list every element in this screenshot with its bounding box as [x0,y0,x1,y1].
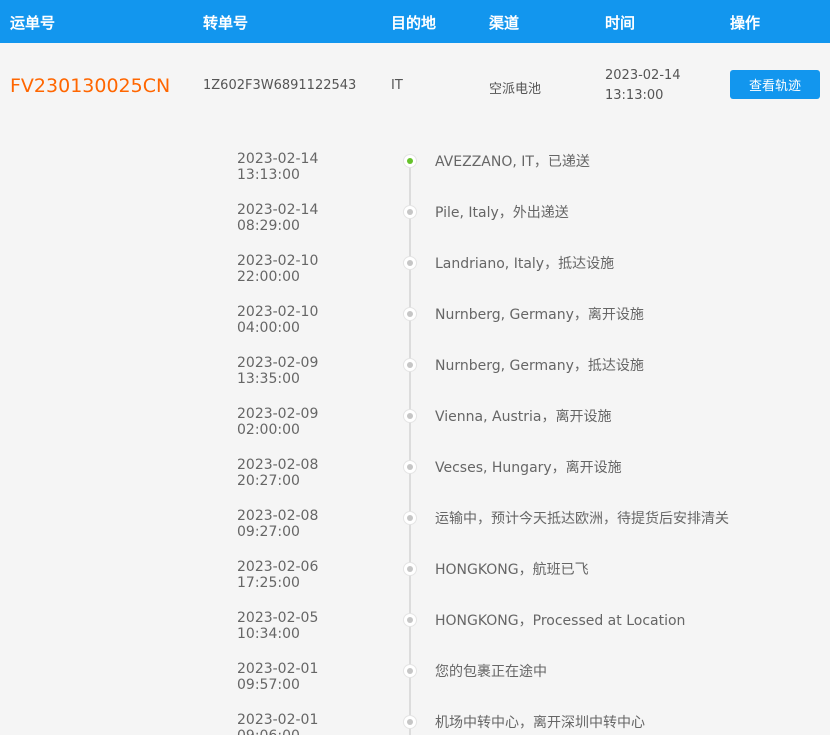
timeline-dot-icon [403,664,417,678]
shipment-time: 2023-02-14 13:13:00 [605,66,705,106]
active-dot-icon [403,154,417,168]
timeline-dot-icon [403,358,417,372]
event-description: 您的包裹正在途中 [435,664,547,680]
event-description: HONGKONG，Processed at Location [435,613,686,629]
timeline-event: 2023-02-09 02:00:00 Vienna, Austria，离开设施 [0,406,830,457]
event-time: 2023-02-05 10:34:00 [237,610,319,642]
event-description: 机场中转中心，离开深圳中转中心 [435,715,645,731]
event-time: 2023-02-06 17:25:00 [237,559,319,591]
event-time: 2023-02-09 13:35:00 [237,355,319,387]
event-description: Nurnberg, Germany，抵达设施 [435,358,644,374]
event-description: Vecses, Hungary，离开设施 [435,460,622,476]
timeline-event: 2023-02-08 09:27:00 运输中，预计今天抵达欧洲，待提货后安排清关 [0,508,830,559]
event-description: Nurnberg, Germany，离开设施 [435,307,644,323]
timeline-event: 2023-02-06 17:25:00 HONGKONG，航班已飞 [0,559,830,610]
event-description: 运输中，预计今天抵达欧洲，待提货后安排清关 [435,511,729,527]
timeline-event: 2023-02-01 09:06:00 机场中转中心，离开深圳中转中心 [0,712,830,735]
header-transfer: 转单号 [203,14,249,32]
timeline-dot-icon [403,256,417,270]
timeline-event: 2023-02-09 13:35:00 Nurnberg, Germany，抵达设… [0,355,830,406]
header-destination: 目的地 [391,14,437,32]
table-header: 运单号 转单号 目的地 渠道 时间 操作 [0,0,830,43]
timeline-event: 2023-02-14 08:29:00 Pile, Italy，外出递送 [0,202,830,253]
event-time: 2023-02-14 08:29:00 [237,202,319,234]
channel: 空派电池 [489,82,542,97]
timeline-event: 2023-02-01 09:57:00 您的包裹正在途中 [0,661,830,712]
timeline-event: 2023-02-10 04:00:00 Nurnberg, Germany，离开设… [0,304,830,355]
timeline-event: 2023-02-10 22:00:00 Landriano, Italy，抵达设施 [0,253,830,304]
waybill-number: FV230130025CN [10,75,171,97]
view-track-button[interactable]: 查看轨迹 [730,70,820,99]
event-time: 2023-02-10 22:00:00 [237,253,319,285]
event-description: HONGKONG，航班已飞 [435,562,589,578]
timeline-dot-icon [403,613,417,627]
event-time: 2023-02-01 09:57:00 [237,661,319,693]
destination: IT [391,78,403,93]
header-channel: 渠道 [489,14,520,32]
event-time: 2023-02-01 09:06:00 [237,712,319,735]
event-time: 2023-02-08 09:27:00 [237,508,319,540]
shipment-date: 2023-02-14 [605,68,681,83]
tracking-timeline: 2023-02-14 13:13:00 AVEZZANO, IT，已递送 2023-… [0,128,830,735]
event-description: Pile, Italy，外出递送 [435,205,569,221]
timeline-dot-icon [403,460,417,474]
event-time: 2023-02-10 04:00:00 [237,304,319,336]
transfer-number: 1Z602F3W6891122543 [203,78,357,93]
timeline-event: 2023-02-05 10:34:00 HONGKONG，Processed at… [0,610,830,661]
timeline-dot-icon [403,409,417,423]
event-time: 2023-02-14 13:13:00 [237,151,319,183]
header-waybill: 运单号 [10,14,56,32]
timeline-event: 2023-02-08 20:27:00 Vecses, Hungary，离开设施 [0,457,830,508]
timeline-dot-icon [403,511,417,525]
event-time: 2023-02-09 02:00:00 [237,406,319,438]
shipment-row: FV230130025CN 1Z602F3W6891122543 IT 空派电池… [0,43,830,128]
header-time: 时间 [605,14,636,32]
shipment-clock: 13:13:00 [605,88,664,103]
event-description: AVEZZANO, IT，已递送 [435,154,590,170]
timeline-dot-icon [403,307,417,321]
event-time: 2023-02-08 20:27:00 [237,457,319,489]
event-description: Landriano, Italy，抵达设施 [435,256,615,272]
timeline-event: 2023-02-14 13:13:00 AVEZZANO, IT，已递送 [0,151,830,202]
header-action: 操作 [730,14,761,32]
timeline-dot-icon [403,715,417,729]
timeline-dot-icon [403,562,417,576]
timeline-dot-icon [403,205,417,219]
event-description: Vienna, Austria，离开设施 [435,409,612,425]
